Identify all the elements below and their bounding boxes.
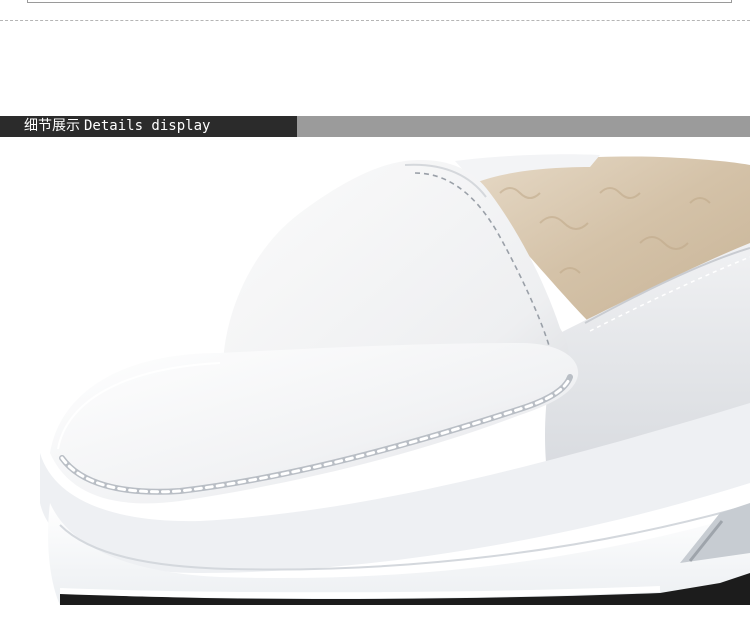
shoe-closeup-illustration: [0, 153, 750, 605]
top-frame-box: [27, 0, 732, 3]
section-title: 细节展示 Details display: [24, 116, 210, 137]
section-header-bar: 细节展示 Details display: [0, 116, 750, 137]
dotted-divider: [0, 20, 750, 21]
section-title-cn: 细节展示: [24, 118, 80, 134]
section-header-gray-segment: [297, 116, 750, 137]
section-title-en: Details display: [84, 118, 211, 134]
product-detail-photo: [0, 153, 750, 605]
